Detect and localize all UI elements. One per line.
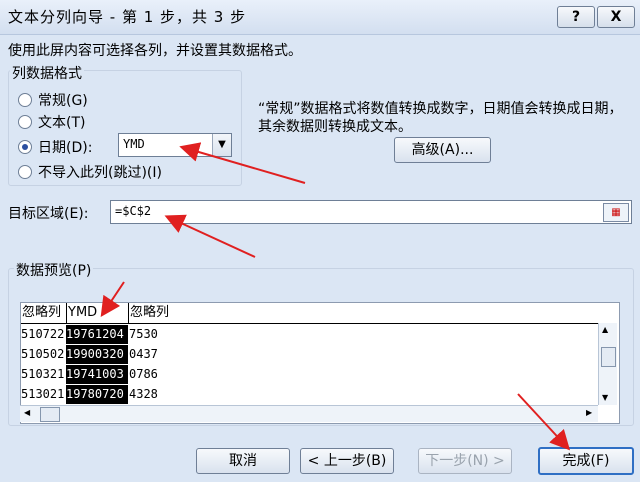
preview-cell-selected: 19900320	[66, 345, 128, 364]
radio-skip-dot[interactable]	[18, 165, 32, 179]
radio-text[interactable]: 文本(T)	[18, 112, 85, 132]
date-format-select[interactable]: YMD ▼	[118, 133, 232, 157]
preview-cell: 510321	[21, 367, 65, 381]
window-title: 文本分列向导 - 第 1 步，共 3 步	[8, 8, 247, 26]
preview-cell: 7530	[129, 327, 158, 341]
instruction-text: 使用此屏内容可选择各列，并设置其数据格式。	[8, 43, 302, 59]
radio-date-dot[interactable]	[18, 140, 32, 154]
date-format-value: YMD	[123, 137, 145, 151]
radio-date-label: 日期(D):	[38, 140, 93, 156]
cancel-button[interactable]: 取消	[196, 448, 290, 474]
preview-header-1[interactable]: 忽略列	[21, 303, 67, 324]
destination-value: =$C$2	[115, 204, 152, 218]
title-bar: 文本分列向导 - 第 1 步，共 3 步 ? X	[0, 0, 640, 35]
destination-label: 目标区域(E):	[8, 206, 89, 222]
radio-general-dot[interactable]	[18, 93, 32, 107]
radio-text-dot[interactable]	[18, 115, 32, 129]
radio-date[interactable]: 日期(D):	[18, 137, 92, 157]
preview-cell-selected: 19741003	[66, 365, 128, 384]
preview-cell-selected: 19780720	[66, 385, 128, 404]
scroll-up-icon[interactable]: ▲	[602, 325, 608, 334]
radio-skip[interactable]: 不导入此列(跳过)(I)	[18, 162, 162, 182]
format-description: “常规”数据格式将数值转换成数字，日期值会转换成日期，其余数据则转换成文本。	[258, 101, 623, 135]
next-button[interactable]: 下一步(N) >	[418, 448, 512, 474]
advanced-button[interactable]: 高级(A)...	[394, 137, 491, 163]
preview-cell: 0786	[129, 367, 158, 381]
preview-cell: 4328	[129, 387, 158, 401]
close-button[interactable]: X	[597, 6, 635, 28]
preview-vertical-scrollbar[interactable]: ▲ ▼	[598, 323, 617, 405]
preview-header-2[interactable]: YMD	[67, 303, 129, 324]
radio-general-label: 常规(G)	[38, 93, 88, 109]
scroll-down-icon[interactable]: ▼	[602, 393, 608, 402]
chevron-down-icon[interactable]: ▼	[212, 134, 231, 156]
finish-button[interactable]: 完成(F)	[538, 447, 634, 475]
radio-general[interactable]: 常规(G)	[18, 90, 88, 110]
preview-cell: 510502	[21, 347, 65, 361]
preview-header-3[interactable]: 忽略列	[129, 303, 600, 324]
back-button[interactable]: < 上一步(B)	[300, 448, 394, 474]
scroll-right-icon[interactable]: ▶	[586, 408, 592, 417]
radio-skip-label: 不导入此列(跳过)(I)	[38, 165, 162, 181]
scroll-thumb[interactable]	[601, 347, 616, 367]
preview-horizontal-scrollbar[interactable]: ◀ ▶	[20, 405, 598, 422]
range-picker-icon[interactable]: ▦	[603, 203, 629, 222]
preview-cell: 510722	[21, 327, 65, 341]
preview-cell: 513021	[21, 387, 65, 401]
destination-input[interactable]: =$C$2 ▦	[110, 200, 632, 224]
column-format-title: 列数据格式	[10, 63, 84, 83]
preview-label: 数据预览(P)	[14, 260, 94, 280]
preview-cell-selected: 19761204	[66, 325, 128, 344]
radio-text-label: 文本(T)	[38, 115, 86, 131]
preview-cell: 0437	[129, 347, 158, 361]
help-button[interactable]: ?	[557, 6, 595, 28]
scroll-thumb-h[interactable]	[40, 407, 60, 422]
scroll-left-icon[interactable]: ◀	[24, 408, 30, 417]
